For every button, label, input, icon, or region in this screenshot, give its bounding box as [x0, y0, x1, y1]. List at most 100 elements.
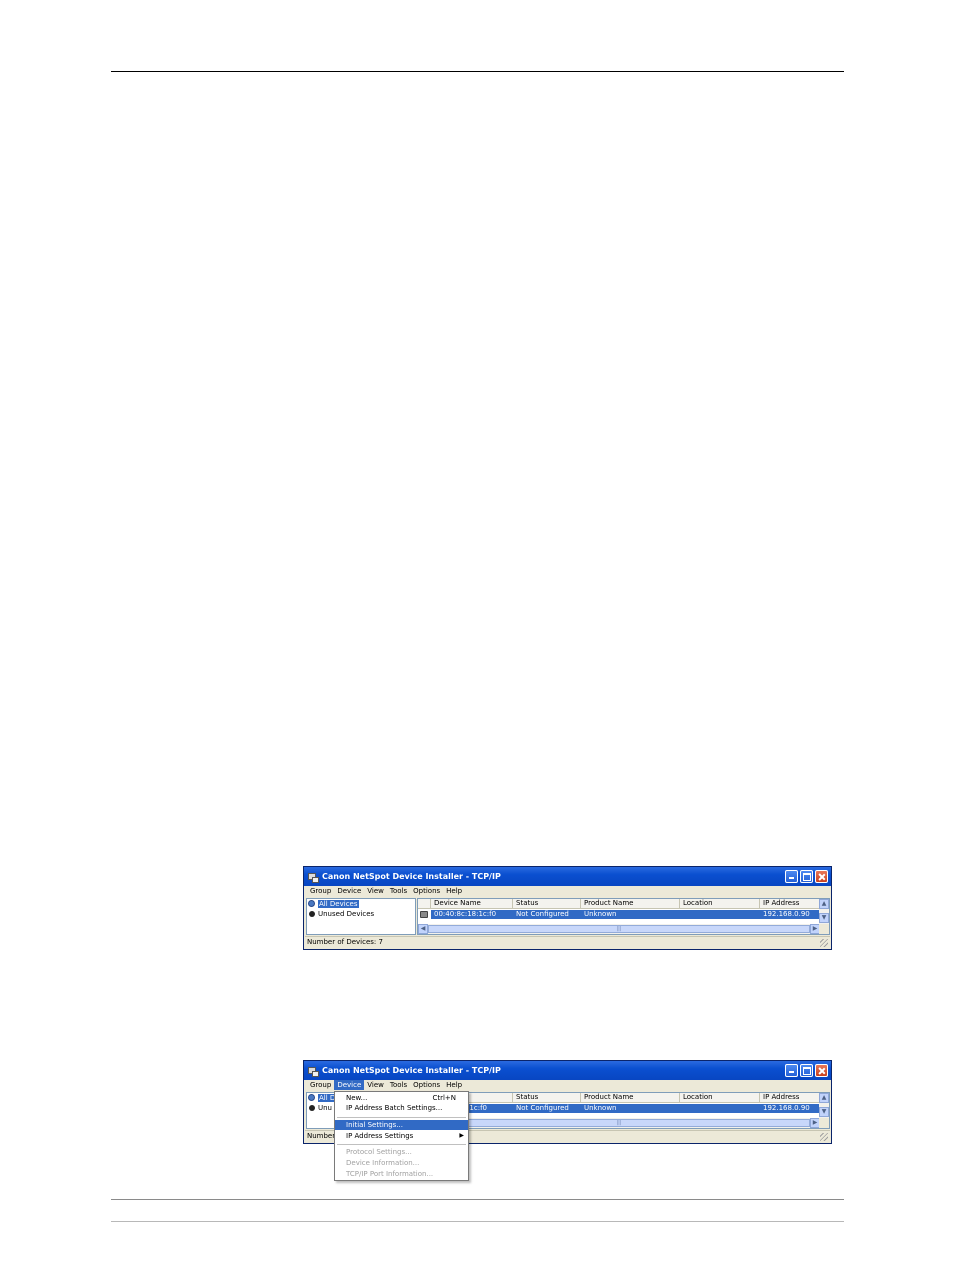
minimize-button[interactable] [785, 1064, 798, 1077]
minimize-button[interactable] [785, 870, 798, 883]
window-title: Canon NetSpot Device Installer - TCP/IP [322, 872, 501, 881]
cell-device-name: 00:40:8c:18:1c:f0 [434, 910, 497, 918]
window-body: All Devices Unused Devices Device Name S… [305, 897, 830, 937]
device-list: Status Product Name Location IP Address … [417, 1092, 830, 1129]
menu-item-label: Protocol Settings... [346, 1148, 412, 1156]
app-icon [308, 1066, 319, 1077]
cell-product-name: Unknown [584, 1104, 617, 1112]
table-row[interactable]: 00:40:8c:18:1c:f0 Not Configured Unknown… [418, 910, 820, 919]
scroll-corner [819, 924, 829, 934]
column-header-ip-address[interactable]: IP Address [760, 1093, 820, 1102]
scroll-corner [819, 1118, 829, 1128]
tree-item-unused-devices[interactable]: Unused Devices [307, 909, 415, 919]
list-header: Device Name Status Product Name Location… [418, 899, 820, 909]
menu-tools[interactable]: Tools [387, 886, 410, 896]
scroll-thumb[interactable]: ||| [428, 1119, 810, 1127]
menu-view[interactable]: View [364, 1080, 387, 1090]
resize-grip-icon[interactable] [820, 1133, 828, 1141]
tree-item-all-devices[interactable]: All Devices [307, 899, 415, 909]
cell-location [680, 910, 760, 919]
column-header-location[interactable]: Location [680, 1093, 760, 1102]
printer-icon [420, 911, 428, 918]
menu-help[interactable]: Help [443, 886, 465, 896]
menu-item-initial-settings[interactable]: Initial Settings... [335, 1120, 468, 1130]
column-header-product-name[interactable]: Product Name [581, 1093, 680, 1102]
horizontal-scrollbar[interactable]: ◀ ||| ▶ [418, 924, 820, 934]
menu-item-label: Device Information... [346, 1159, 420, 1167]
close-button[interactable] [815, 870, 828, 883]
menu-device[interactable]: Device [334, 1080, 365, 1090]
column-header-icon[interactable] [418, 899, 431, 908]
title-bar[interactable]: Canon NetSpot Device Installer - TCP/IP [304, 1061, 831, 1080]
menu-bar: Group Device View Tools Options Help [304, 886, 831, 896]
menu-options[interactable]: Options [410, 1080, 443, 1090]
menu-item-shortcut: Ctrl+N [432, 1094, 456, 1102]
scroll-left-icon[interactable]: ◀ [418, 924, 428, 934]
menu-separator [337, 1144, 466, 1145]
vertical-scrollbar[interactable]: ▲ ▼ [819, 899, 829, 924]
tree-item-label: All Devices [318, 900, 359, 908]
menu-item-new[interactable]: New... Ctrl+N [335, 1093, 468, 1103]
menu-item-label: IP Address Settings [346, 1132, 414, 1140]
group-tree: All Devices Unused Devices [306, 898, 416, 935]
scroll-down-icon[interactable]: ▼ [819, 1107, 829, 1117]
close-button[interactable] [815, 1064, 828, 1077]
resize-grip-icon[interactable] [820, 939, 828, 947]
network-icon [308, 1094, 316, 1102]
status-bar: Number of Devices: 7 [305, 936, 830, 948]
menu-item-label: Initial Settings... [346, 1121, 403, 1129]
list-header: Status Product Name Location IP Address [418, 1093, 820, 1103]
menu-separator [337, 1117, 466, 1118]
app-icon [308, 872, 319, 883]
menu-options[interactable]: Options [410, 886, 443, 896]
window-title: Canon NetSpot Device Installer - TCP/IP [322, 1066, 501, 1075]
device-menu-dropdown: New... Ctrl+N IP Address Batch Settings.… [334, 1091, 469, 1181]
device-count: Number [307, 1132, 336, 1140]
footer-rule-secondary [111, 1221, 844, 1222]
menu-group[interactable]: Group [307, 886, 334, 896]
cell-product-name: Unknown [584, 910, 617, 918]
device-count: Number of Devices: 7 [307, 938, 383, 946]
column-header-status[interactable]: Status [513, 1093, 581, 1102]
submenu-arrow-icon: ▶ [459, 1132, 464, 1139]
cell-location [680, 1104, 760, 1113]
unused-devices-icon [308, 1104, 316, 1112]
tree-item-label: Unused Devices [318, 910, 375, 918]
menu-item-label: New... [346, 1094, 368, 1102]
tree-item-label: Unu [318, 1104, 332, 1112]
menu-device[interactable]: Device [334, 886, 364, 896]
vertical-scrollbar[interactable]: ▲ ▼ [819, 1093, 829, 1118]
menu-item-label: TCP/IP Port Information... [346, 1170, 434, 1178]
column-header-product-name[interactable]: Product Name [581, 899, 680, 908]
menu-item-protocol-settings[interactable]: Protocol Settings... [335, 1147, 468, 1157]
menu-item-tcpip-port-information[interactable]: TCP/IP Port Information... [335, 1169, 468, 1179]
menu-item-ip-address-settings[interactable]: IP Address Settings ▶ [335, 1131, 468, 1141]
maximize-button[interactable] [800, 1064, 813, 1077]
column-header-status[interactable]: Status [513, 899, 581, 908]
menu-group[interactable]: Group [307, 1080, 334, 1090]
scroll-up-icon[interactable]: ▲ [819, 899, 829, 909]
device-list: Device Name Status Product Name Location… [417, 898, 830, 935]
cell-ip-address: 192.168.0.90 [763, 1104, 810, 1112]
column-header-location[interactable]: Location [680, 899, 760, 908]
menu-help[interactable]: Help [443, 1080, 465, 1090]
scroll-thumb[interactable]: ||| [428, 925, 810, 933]
unused-devices-icon [308, 910, 316, 918]
column-header-ip-address[interactable]: IP Address [760, 899, 820, 908]
menu-item-ip-batch-settings[interactable]: IP Address Batch Settings... [335, 1103, 468, 1113]
footer-rule [111, 1199, 844, 1200]
title-bar[interactable]: Canon NetSpot Device Installer - TCP/IP [304, 867, 831, 886]
menu-tools[interactable]: Tools [387, 1080, 410, 1090]
header-rule [111, 71, 844, 72]
cell-ip-address: 192.168.0.90 [763, 910, 810, 918]
table-row[interactable]: 1c:f0 Not Configured Unknown 192.168.0.9… [418, 1104, 820, 1113]
menu-item-device-information[interactable]: Device Information... [335, 1158, 468, 1168]
menu-item-label: IP Address Batch Settings... [346, 1104, 443, 1112]
maximize-button[interactable] [800, 870, 813, 883]
scroll-up-icon[interactable]: ▲ [819, 1093, 829, 1103]
scroll-down-icon[interactable]: ▼ [819, 913, 829, 923]
cell-status: Not Configured [516, 910, 569, 918]
menu-view[interactable]: View [364, 886, 387, 896]
column-header-device-name[interactable]: Device Name [431, 899, 513, 908]
horizontal-scrollbar[interactable]: ◀ ||| ▶ [418, 1118, 820, 1128]
